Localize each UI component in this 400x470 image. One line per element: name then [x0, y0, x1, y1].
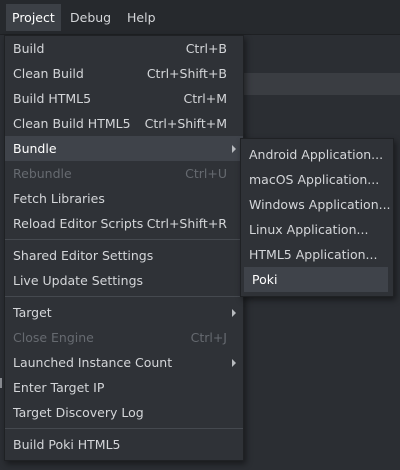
menu-separator: [5, 296, 243, 297]
submenu-item-label: Android Application...: [249, 147, 384, 162]
menu-item-build-poki-html5[interactable]: Build Poki HTML5: [5, 432, 243, 457]
menu-item-label: Enter Target IP: [13, 380, 105, 395]
submenu-item-android-application[interactable]: Android Application...: [241, 142, 393, 167]
menu-item-enter-target-ip[interactable]: Enter Target IP: [5, 375, 243, 400]
menu-item-label: Target Discovery Log: [13, 405, 144, 420]
submenu-arrow-icon: [232, 309, 236, 317]
menu-item-shortcut: Ctrl+Shift+M: [144, 116, 227, 131]
menu-item-close-engine[interactable]: Close Engine Ctrl+J: [5, 325, 243, 350]
menu-item-reload-editor-scripts[interactable]: Reload Editor Scripts Ctrl+Shift+R: [5, 211, 243, 236]
menu-item-label: Bundle: [13, 141, 57, 156]
background-panel-strip: [240, 73, 400, 95]
menu-item-label: Build HTML5: [13, 91, 92, 106]
menubar-project[interactable]: Project: [6, 4, 61, 31]
submenu-arrow-icon: [232, 359, 236, 367]
menu-item-rebundle[interactable]: Rebundle Ctrl+U: [5, 161, 243, 186]
submenu-item-label: Linux Application...: [249, 222, 369, 237]
submenu-item-label: macOS Application...: [249, 172, 380, 187]
submenu-item-windows-application[interactable]: Windows Application...: [241, 192, 393, 217]
menu-item-shortcut: Ctrl+Shift+B: [146, 66, 227, 81]
menu-item-label: Target: [13, 305, 52, 320]
menu-item-label: Live Update Settings: [13, 273, 144, 288]
menu-item-build[interactable]: Build Ctrl+B: [5, 36, 243, 61]
menu-item-label: Launched Instance Count: [13, 355, 173, 370]
submenu-item-html5-application[interactable]: HTML5 Application...: [241, 242, 393, 267]
menubar-help[interactable]: Help: [121, 4, 162, 31]
menu-item-bundle[interactable]: Bundle: [5, 136, 243, 161]
menu-item-label: Rebundle: [13, 166, 72, 181]
submenu-arrow-icon: [232, 145, 236, 153]
menu-item-label: Clean Build: [13, 66, 84, 81]
menubar: Project Debug Help: [0, 0, 400, 35]
submenu-item-poki[interactable]: Poki: [244, 267, 388, 292]
menu-separator: [5, 239, 243, 240]
submenu-item-label: Poki: [252, 272, 278, 287]
menu-item-label: Fetch Libraries: [13, 191, 105, 206]
menu-item-shortcut: Ctrl+J: [190, 330, 227, 345]
menu-item-label: Clean Build HTML5: [13, 116, 131, 131]
menu-item-label: Close Engine: [13, 330, 94, 345]
menu-item-fetch-libraries[interactable]: Fetch Libraries: [5, 186, 243, 211]
project-menu: Build Ctrl+B Clean Build Ctrl+Shift+B Bu…: [4, 35, 244, 461]
menubar-debug[interactable]: Debug: [64, 4, 117, 31]
menu-item-shortcut: Ctrl+Shift+R: [146, 216, 227, 231]
menu-item-shortcut: Ctrl+B: [185, 41, 227, 56]
menu-item-live-update-settings[interactable]: Live Update Settings: [5, 268, 243, 293]
menu-item-target-discovery-log[interactable]: Target Discovery Log: [5, 400, 243, 425]
menu-item-label: Reload Editor Scripts: [13, 216, 144, 231]
submenu-item-linux-application[interactable]: Linux Application...: [241, 217, 393, 242]
menu-item-target[interactable]: Target: [5, 300, 243, 325]
menu-item-shortcut: Ctrl+U: [185, 166, 227, 181]
menu-item-clean-build-html5[interactable]: Clean Build HTML5 Ctrl+Shift+M: [5, 111, 243, 136]
submenu-item-macos-application[interactable]: macOS Application...: [241, 167, 393, 192]
menu-item-label: Build: [13, 41, 45, 56]
menu-item-build-html5[interactable]: Build HTML5 Ctrl+M: [5, 86, 243, 111]
menu-item-shortcut: Ctrl+M: [183, 91, 228, 106]
bundle-submenu: Android Application... macOS Application…: [240, 138, 394, 297]
submenu-item-label: HTML5 Application...: [249, 247, 378, 262]
submenu-item-label: Windows Application...: [249, 197, 391, 212]
editor-window: Project Debug Help Build Ctrl+B Clean Bu…: [0, 0, 400, 470]
menu-item-launched-instance-count[interactable]: Launched Instance Count: [5, 350, 243, 375]
menu-item-clean-build[interactable]: Clean Build Ctrl+Shift+B: [5, 61, 243, 86]
menu-item-label: Build Poki HTML5: [13, 437, 121, 452]
menu-item-label: Shared Editor Settings: [13, 248, 154, 263]
background-edge-mark: [0, 378, 2, 388]
menu-separator: [5, 428, 243, 429]
menu-item-shared-editor-settings[interactable]: Shared Editor Settings: [5, 243, 243, 268]
